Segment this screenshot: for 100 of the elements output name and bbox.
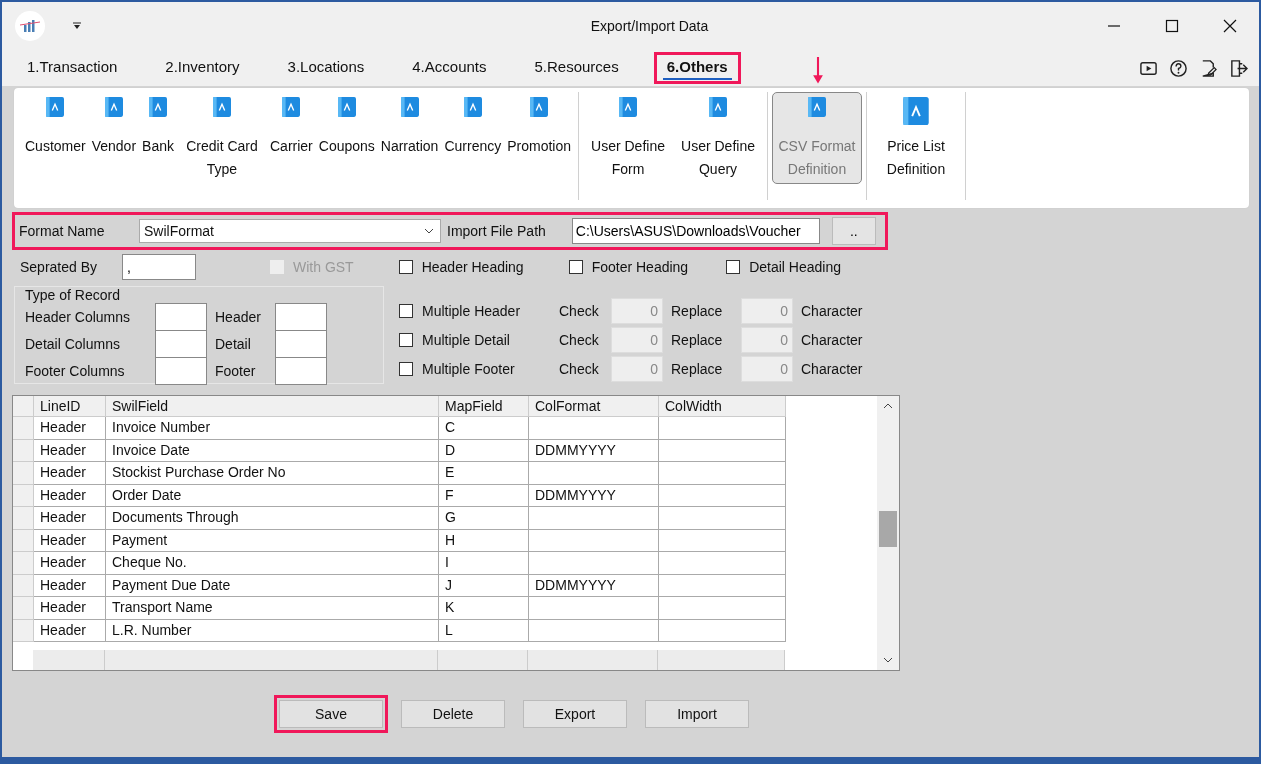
column-header[interactable]: LineID xyxy=(34,396,106,417)
tab[interactable]: 3.Locations xyxy=(283,56,369,80)
field-label: Import File Path xyxy=(447,223,546,239)
ribbon-button[interactable]: Currency xyxy=(441,92,505,184)
ribbon-button[interactable]: Coupons xyxy=(315,92,378,184)
table-cell: Header xyxy=(34,462,106,485)
table-cell: Header xyxy=(34,619,106,642)
field-label: Format Name xyxy=(19,223,106,239)
row-header-cell[interactable] xyxy=(13,484,34,507)
checkbox[interactable] xyxy=(399,303,413,318)
table-cell: Stockist Purchase Order No xyxy=(106,462,439,485)
ribbon-button[interactable]: Carrier xyxy=(267,92,316,184)
action-button[interactable]: Export xyxy=(523,700,627,728)
action-button[interactable]: Import xyxy=(645,700,749,728)
ribbon-button[interactable]: Bank xyxy=(139,92,177,184)
new-row-cell[interactable] xyxy=(105,650,438,670)
field-label: Header xyxy=(215,308,262,325)
format-name-dropdown[interactable]: SwilFormat xyxy=(139,219,441,243)
exit-icon[interactable] xyxy=(1229,58,1248,78)
checkbox[interactable] xyxy=(568,260,583,274)
checkbox[interactable] xyxy=(399,361,413,376)
scroll-up-icon[interactable] xyxy=(883,403,893,409)
table-cell: Header xyxy=(34,574,106,597)
card-icon xyxy=(104,97,123,117)
window-title: Export/Import Data xyxy=(589,18,710,34)
import-path-field[interactable]: C:\Users\ASUS\Downloads\Voucher xyxy=(571,218,820,244)
field-label: Character xyxy=(801,302,863,319)
row-header-cell[interactable] xyxy=(13,417,34,440)
ribbon-button[interactable]: Vendor xyxy=(88,92,140,184)
help-icon[interactable] xyxy=(1169,58,1188,78)
row-header-cell[interactable] xyxy=(13,507,34,530)
new-row-cell[interactable] xyxy=(658,650,785,670)
field-label: Detail Columns xyxy=(25,335,121,352)
action-button[interactable]: Delete xyxy=(401,700,505,728)
row-header-cell[interactable] xyxy=(13,619,34,642)
maximize-icon[interactable] xyxy=(1165,19,1179,33)
table-cell: Header xyxy=(34,417,106,440)
checkbox[interactable] xyxy=(726,260,741,274)
column-header[interactable]: SwilField xyxy=(106,396,439,417)
card-icon xyxy=(46,97,65,117)
scroll-thumb[interactable] xyxy=(879,511,897,547)
table-cell: I xyxy=(439,552,529,575)
row-header-cell[interactable] xyxy=(13,574,34,597)
scroll-down-icon[interactable] xyxy=(883,657,893,663)
table-cell: Order Date xyxy=(106,484,439,507)
card-icon xyxy=(709,97,727,117)
table-cell: L xyxy=(439,619,529,642)
table-cell: Header xyxy=(34,439,106,462)
checkbox[interactable] xyxy=(398,260,413,274)
row-header-cell[interactable] xyxy=(13,529,34,552)
ribbon-button[interactable]: Narration xyxy=(377,92,442,184)
close-icon[interactable] xyxy=(1223,19,1237,33)
table-cell: Header xyxy=(34,484,106,507)
card-icon xyxy=(619,97,637,117)
new-row-cell[interactable] xyxy=(528,650,658,670)
tab[interactable]: 1.Transaction xyxy=(23,56,122,80)
tab[interactable]: 2.Inventory xyxy=(161,56,244,80)
row-header-cell[interactable] xyxy=(13,462,34,485)
table-cell: DDMMYYYY xyxy=(529,439,659,462)
checkbox-label: Multiple Header xyxy=(422,302,521,319)
row-header-cell[interactable] xyxy=(13,597,34,620)
field-label: Header Columns xyxy=(25,308,132,325)
action-button[interactable]: Save xyxy=(279,700,383,728)
input-field[interactable] xyxy=(275,329,327,358)
ribbon-button[interactable]: Promotion xyxy=(504,92,574,184)
field-label: Footer Columns xyxy=(25,362,126,379)
field-label: Check xyxy=(559,302,600,319)
column-header[interactable]: ColFormat xyxy=(529,396,659,417)
input-field[interactable] xyxy=(155,329,207,358)
ribbon-button[interactable]: User Define Form xyxy=(583,92,673,184)
field-label: Check xyxy=(559,360,600,377)
tab[interactable]: 5.Resources xyxy=(530,56,623,80)
checkbox[interactable] xyxy=(399,332,413,347)
column-header[interactable]: ColWidth xyxy=(659,396,786,417)
ribbon-button[interactable]: Customer xyxy=(22,92,89,184)
column-header[interactable]: MapField xyxy=(439,396,529,417)
card-icon xyxy=(400,97,419,117)
input-field[interactable] xyxy=(275,302,327,331)
input-field[interactable] xyxy=(155,302,207,331)
vertical-scrollbar[interactable] xyxy=(877,396,899,670)
ribbon-button[interactable]: Price List Definition xyxy=(871,92,961,184)
card-icon xyxy=(530,97,549,117)
new-row-cell[interactable] xyxy=(33,650,105,670)
input-field[interactable] xyxy=(275,356,327,385)
ribbon-button[interactable]: User Define Query xyxy=(673,92,763,184)
quick-access-dropdown-icon[interactable] xyxy=(72,21,82,31)
field-label: Replace xyxy=(671,331,724,348)
ribbon-button[interactable]: Credit Card Type xyxy=(177,92,267,184)
input-field[interactable] xyxy=(155,356,207,385)
new-row-cell[interactable] xyxy=(438,650,528,670)
row-header-cell[interactable] xyxy=(13,552,34,575)
browse-button[interactable]: .. xyxy=(831,217,876,245)
tab[interactable]: 4.Accounts xyxy=(408,56,491,80)
app-logo-icon[interactable] xyxy=(15,11,45,41)
table-cell: Transport Name xyxy=(106,597,439,620)
row-header-cell[interactable] xyxy=(13,439,34,462)
field-label: Replace xyxy=(671,302,724,319)
ribbon-button[interactable]: CSV Format Definition xyxy=(772,92,862,184)
table-cell: Documents Through xyxy=(106,507,439,530)
separator-field[interactable]: , xyxy=(122,254,196,280)
